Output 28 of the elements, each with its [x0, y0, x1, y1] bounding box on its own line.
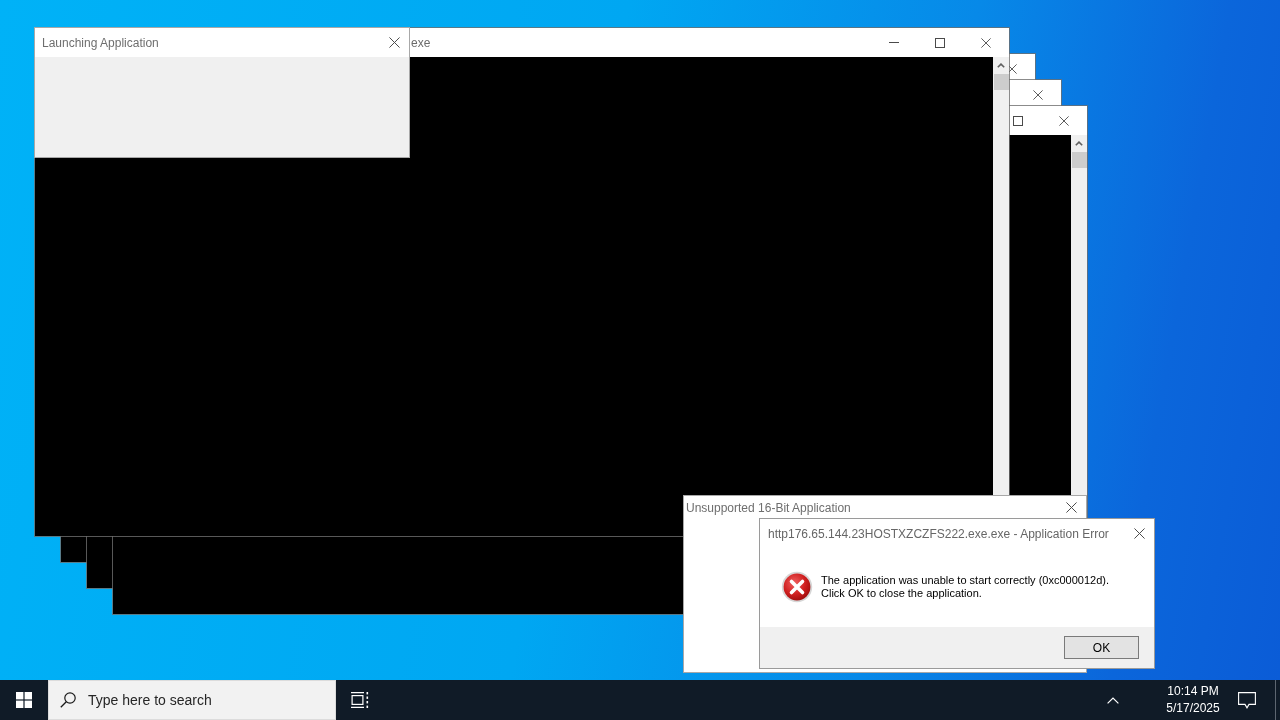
error-message: The application was unable to start correctly (0xc000012d). Click OK to close the application.	[821, 573, 1109, 600]
scrollbar-thumb[interactable]	[993, 74, 1009, 90]
maximize-icon[interactable]	[1013, 115, 1023, 126]
scroll-up-icon[interactable]	[997, 63, 1005, 68]
search-input[interactable]: Type here to search	[88, 690, 327, 710]
maximize-icon[interactable]	[935, 37, 945, 48]
error-icon	[781, 570, 813, 603]
search-field[interactable]: Type here to search	[48, 680, 336, 720]
close-icon[interactable]	[1133, 528, 1145, 539]
speech-bubble-icon[interactable]	[1238, 691, 1256, 709]
chevron-up-icon[interactable]	[1107, 696, 1119, 704]
close-icon[interactable]	[981, 37, 991, 48]
close-icon[interactable]	[1033, 89, 1043, 100]
ok-button[interactable]: OK	[1064, 636, 1139, 659]
close-icon[interactable]	[1059, 115, 1069, 126]
window-title: Launching Application	[42, 35, 159, 50]
close-icon[interactable]	[1007, 63, 1017, 74]
scroll-up-icon[interactable]	[1075, 141, 1083, 146]
search-icon	[60, 692, 76, 708]
window-title: Unsupported 16-Bit Application	[686, 500, 851, 515]
window-title: exe	[411, 35, 431, 50]
task-view-icon[interactable]	[351, 692, 369, 708]
close-icon[interactable]	[1065, 502, 1077, 513]
windows-logo-icon	[16, 692, 32, 708]
window-title: http176.65.144.23HOSTXZCZFS222.exe.exe - Application Error	[768, 526, 1109, 541]
close-icon[interactable]	[388, 37, 400, 48]
clock-button[interactable]: 10:14 PM 5/17/2025	[1163, 680, 1223, 720]
scrollbar-thumb[interactable]	[1071, 152, 1087, 168]
